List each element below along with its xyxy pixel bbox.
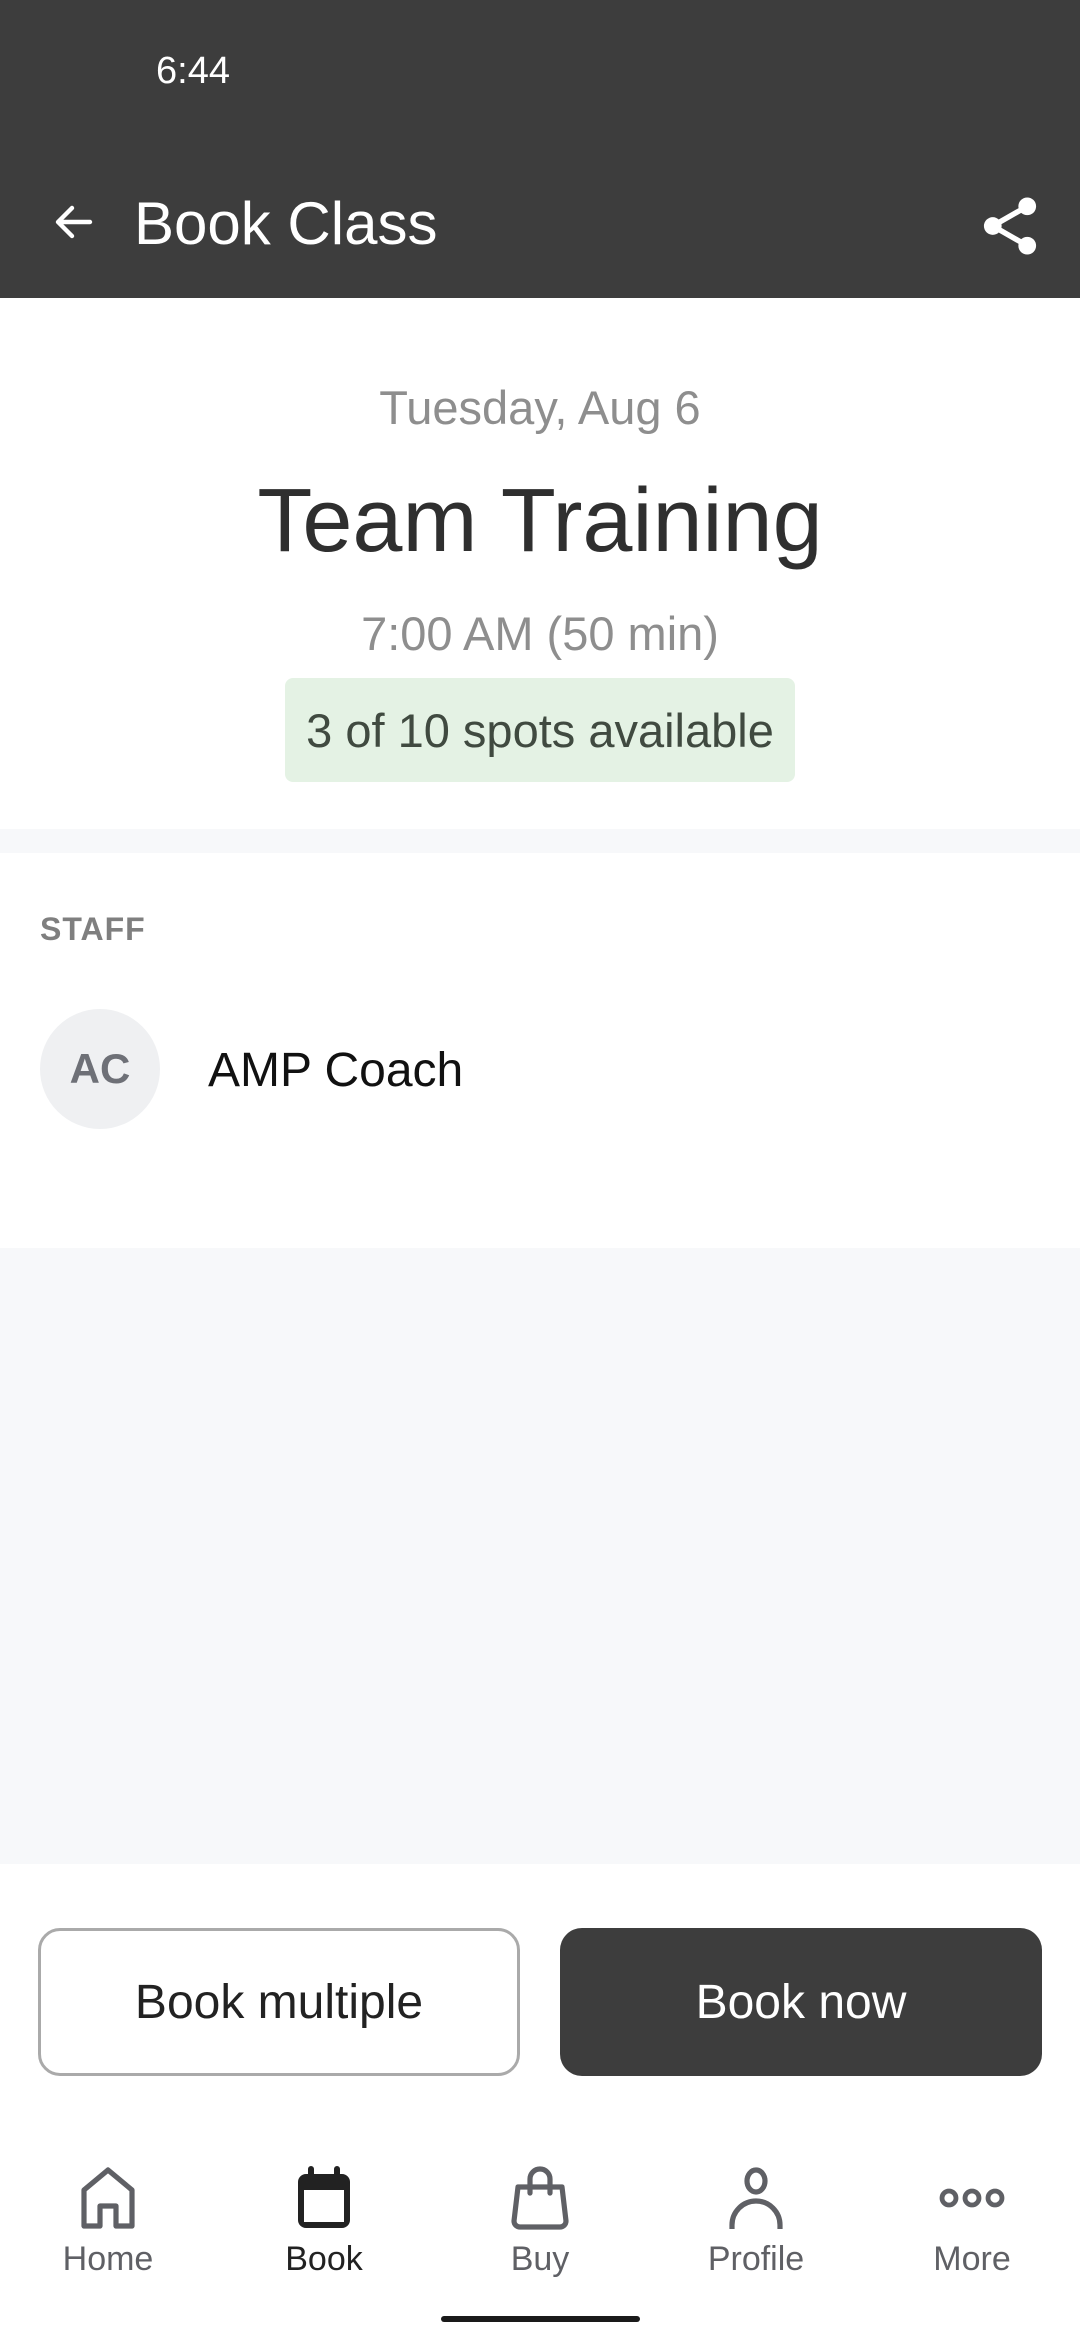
class-date: Tuesday, Aug 6: [379, 381, 701, 434]
staff-member-row[interactable]: AC AMP Coach: [0, 1003, 1080, 1129]
calendar-icon: [298, 2166, 350, 2228]
shopping-bag-icon: [511, 2166, 569, 2230]
book-now-button[interactable]: Book now: [560, 1928, 1042, 2076]
nav-label: Home: [62, 2240, 154, 2278]
bottom-nav: Home Book Buy Profile More: [0, 2120, 1080, 2300]
back-button[interactable]: [38, 186, 110, 258]
nav-item-buy[interactable]: Buy: [432, 2120, 648, 2300]
app-bar: Book Class: [0, 150, 1080, 298]
status-bar: 6:44: [0, 0, 1080, 150]
nav-label: More: [933, 2240, 1011, 2278]
class-time: 7:00 AM (50 min): [361, 607, 719, 660]
section-divider: [0, 829, 1080, 853]
nav-label: Book: [285, 2240, 363, 2278]
class-info: Tuesday, Aug 6 Team Training 7:00 AM (50…: [0, 298, 1080, 829]
staff-section: STAFF AC AMP Coach: [0, 853, 1080, 1248]
staff-name: AMP Coach: [208, 1044, 464, 1097]
more-dots-icon: [939, 2188, 1005, 2208]
nav-item-book[interactable]: Book: [216, 2120, 432, 2300]
nav-label: Profile: [707, 2240, 805, 2278]
empty-area: [0, 1248, 1080, 1864]
arrow-left-icon: [55, 205, 93, 239]
home-icon: [81, 2167, 135, 2229]
home-indicator[interactable]: [441, 2316, 640, 2322]
person-icon: [729, 2167, 783, 2229]
book-multiple-button[interactable]: Book multiple: [38, 1928, 520, 2076]
page-title: Book Class: [134, 190, 438, 257]
booking-actions: Book multiple Book now: [0, 1864, 1080, 2120]
nav-item-home[interactable]: Home: [0, 2120, 216, 2300]
nav-item-more[interactable]: More: [864, 2120, 1080, 2300]
avatar: AC: [40, 1009, 160, 1129]
nav-item-profile[interactable]: Profile: [648, 2120, 864, 2300]
share-icon: [983, 197, 1037, 255]
staff-section-label: STAFF: [40, 911, 146, 947]
class-title: Team Training: [257, 471, 823, 571]
nav-label: Buy: [510, 2240, 570, 2278]
status-time: 6:44: [156, 50, 230, 92]
share-button[interactable]: [970, 186, 1050, 266]
spots-available-badge: 3 of 10 spots available: [285, 678, 795, 782]
